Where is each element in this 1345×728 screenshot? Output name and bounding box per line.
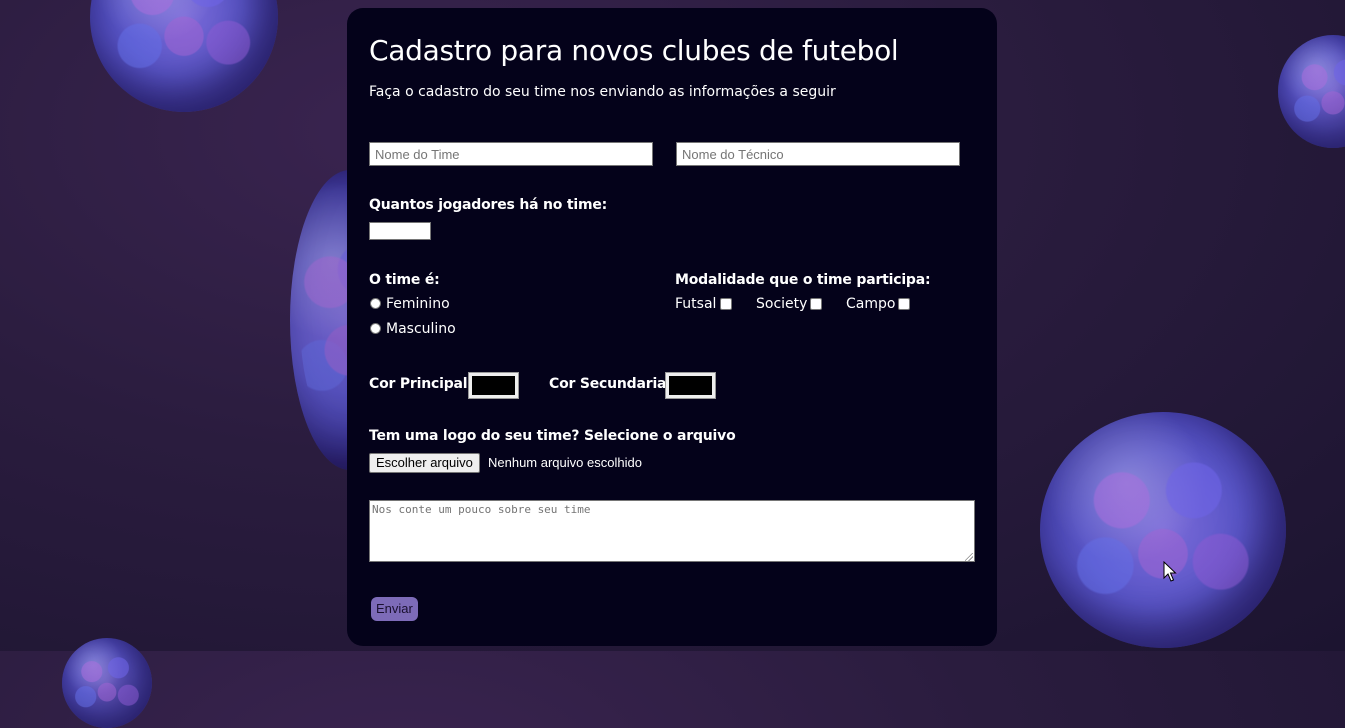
primary-color-picker[interactable] [468,372,519,399]
choose-file-button[interactable]: Escolher arquivo [369,453,480,473]
soccer-ball-icon [62,638,152,728]
soccer-ball-icon [90,0,278,112]
secondary-color-label: Cor Secundaria: [549,376,672,392]
logo-upload-label: Tem uma logo do seu time? Selecione o ar… [369,428,736,444]
players-count-input[interactable] [369,222,431,240]
checkbox-society[interactable] [810,298,822,310]
radio-masculino[interactable] [370,323,381,334]
players-count-label: Quantos jogadores há no time: [369,197,608,213]
radio-feminino-label: Feminino [386,296,450,312]
form-subtitle: Faça o cadastro do seu time nos enviando… [369,84,836,100]
checkbox-futsal-label: Futsal [675,296,717,312]
soccer-ball-icon [1040,412,1286,648]
checkbox-futsal[interactable] [720,298,732,310]
team-description-textarea[interactable] [369,500,975,562]
submit-button[interactable]: Enviar [371,597,418,621]
file-status-text: Nenhum arquivo escolhido [488,455,642,470]
resize-grip-icon[interactable] [965,553,973,561]
radio-feminino[interactable] [370,298,381,309]
coach-name-input[interactable] [676,142,960,166]
gender-label: O time é: [369,272,440,288]
checkbox-society-label: Society [756,296,808,312]
checkbox-campo[interactable] [898,298,910,310]
team-registration-form: Cadastro para novos clubes de futebol Fa… [347,8,997,646]
modality-label: Modalidade que o time participa: [675,272,931,288]
mouse-cursor-icon [1163,561,1177,582]
radio-masculino-label: Masculino [386,321,456,337]
checkbox-campo-label: Campo [846,296,896,312]
primary-color-label: Cor Principal: [369,376,473,392]
soccer-ball-icon [1278,35,1345,148]
secondary-color-picker[interactable] [665,372,716,399]
form-title: Cadastro para novos clubes de futebol [369,34,899,67]
team-name-input[interactable] [369,142,653,166]
